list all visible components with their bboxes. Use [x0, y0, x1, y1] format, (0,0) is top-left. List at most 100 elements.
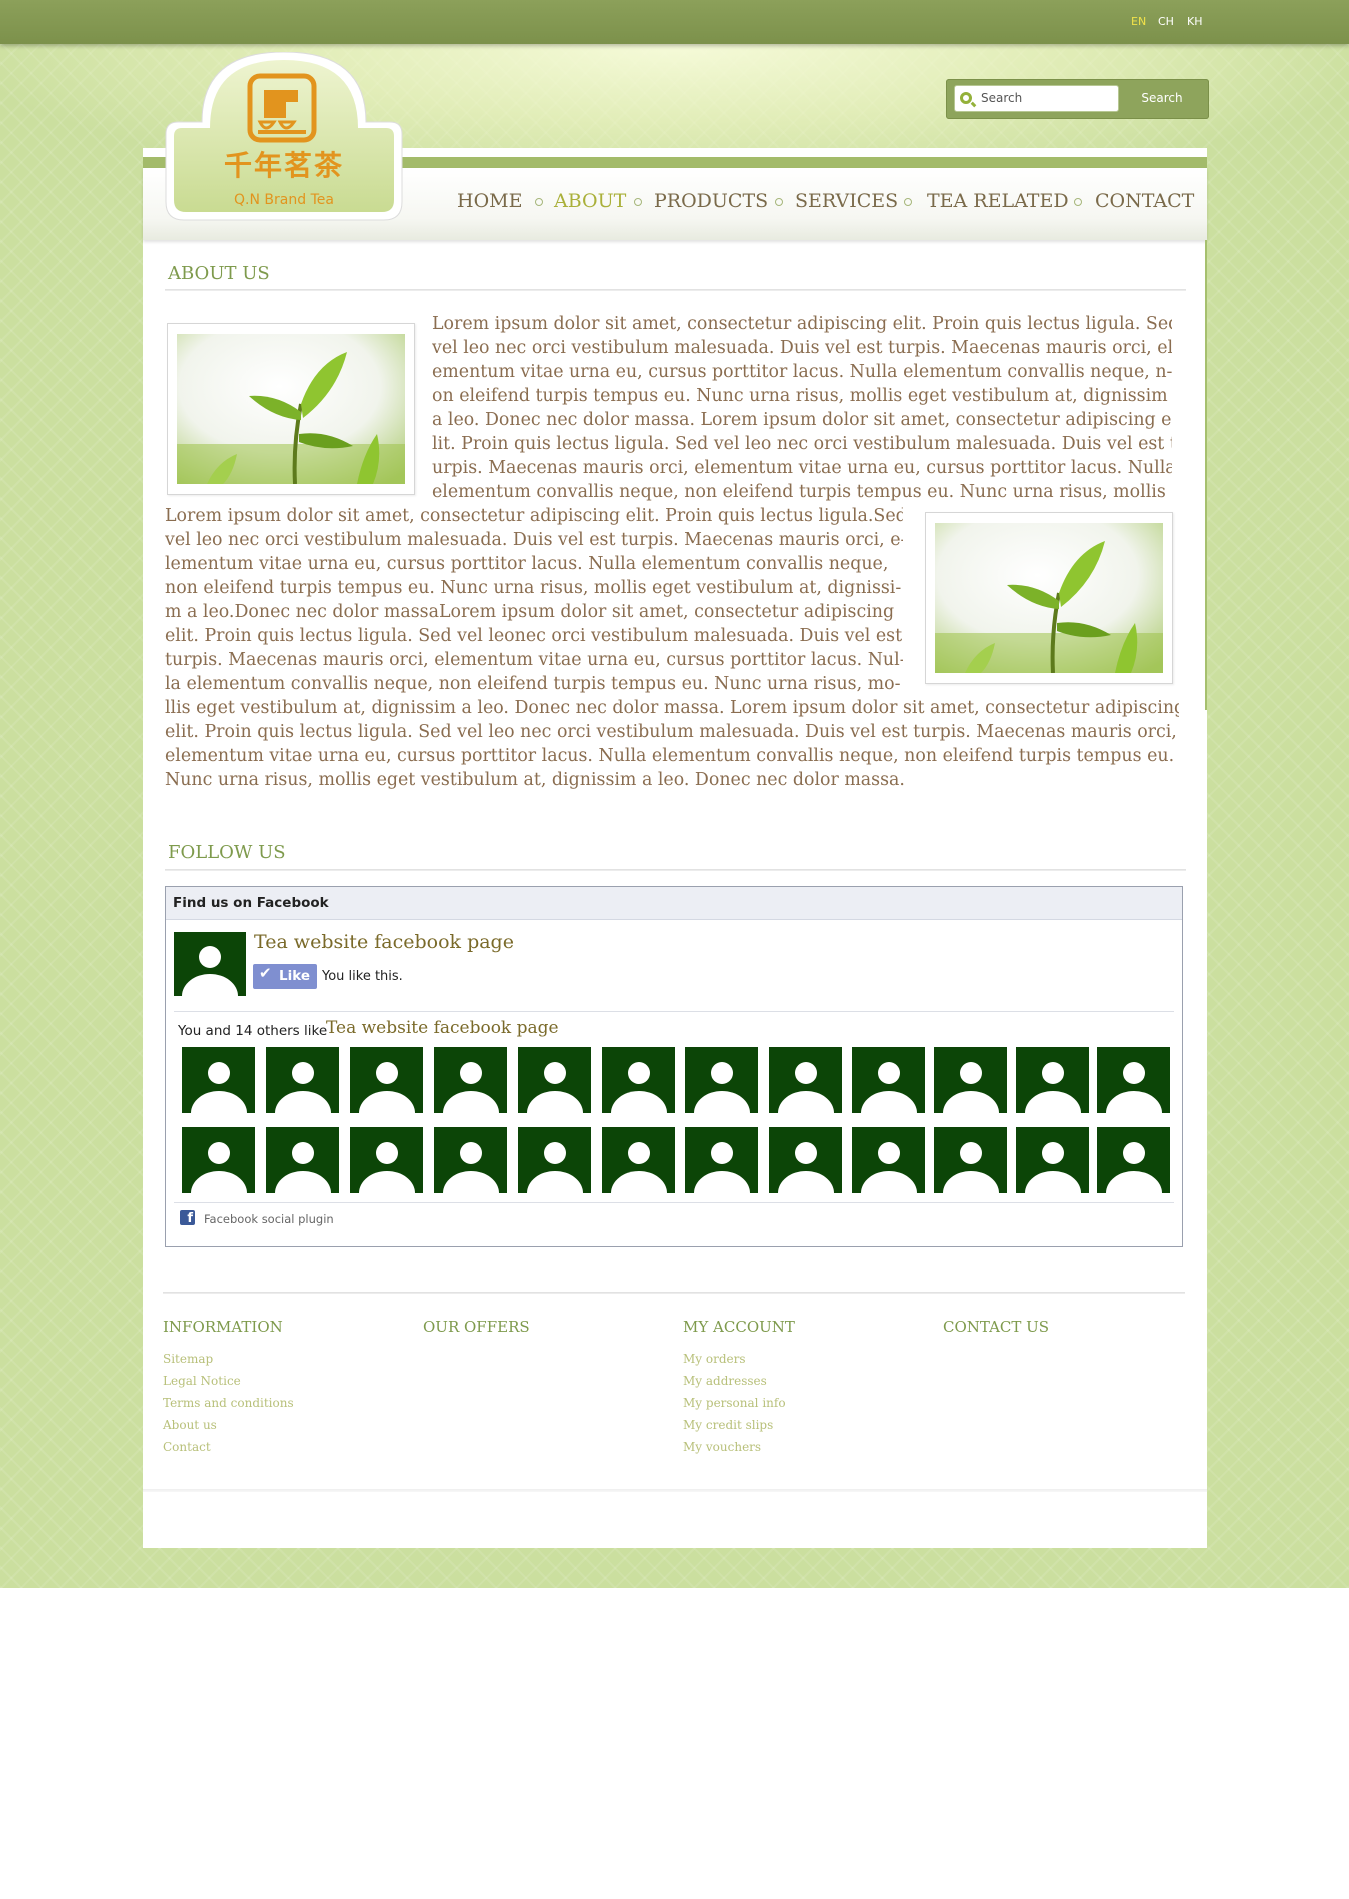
- nav-separator-dot: [1074, 198, 1082, 206]
- footer-link[interactable]: About us: [163, 1418, 217, 1432]
- avatar-head: [710, 1062, 733, 1084]
- facebook-fan-avatar[interactable]: [350, 1127, 423, 1193]
- facebook-fan-avatar[interactable]: [685, 1127, 758, 1193]
- avatar-body: [442, 1171, 499, 1193]
- facebook-fan-avatar[interactable]: [602, 1127, 675, 1193]
- avatar-head: [459, 1142, 482, 1164]
- facebook-page-avatar[interactable]: [174, 932, 246, 996]
- avatar-head: [627, 1142, 650, 1164]
- facebook-plugin-label[interactable]: Facebook social plugin: [204, 1212, 334, 1226]
- nav-about[interactable]: ABOUT: [554, 190, 626, 212]
- language-kh[interactable]: KH: [1187, 15, 1203, 28]
- avatar-body: [777, 1091, 834, 1113]
- top-bar: EN CH KH: [0, 0, 1349, 44]
- avatar-head: [1122, 1142, 1145, 1164]
- facebook-fan-avatar[interactable]: [769, 1127, 842, 1193]
- about-text-line: Lorem ipsum dolor sit amet, consectetur …: [165, 506, 903, 526]
- facebook-fan-avatar[interactable]: [934, 1047, 1007, 1113]
- footer-link[interactable]: Terms and conditions: [163, 1396, 294, 1410]
- avatar-head: [959, 1142, 982, 1164]
- facebook-fan-avatar[interactable]: [266, 1047, 339, 1113]
- avatar-body: [777, 1171, 834, 1193]
- footer-link[interactable]: Sitemap: [163, 1352, 213, 1366]
- about-text-line: on eleifend turpis tempus eu. Nunc urna …: [432, 386, 1168, 406]
- footer-link[interactable]: My credit slips: [683, 1418, 773, 1432]
- about-text-line: elementum convallis neque, non eleifend …: [432, 482, 1166, 502]
- facebook-fan-avatar[interactable]: [602, 1047, 675, 1113]
- facebook-fan-avatar[interactable]: [685, 1047, 758, 1113]
- facebook-fan-avatar[interactable]: [182, 1127, 255, 1193]
- checkmark-icon: ✔: [259, 964, 272, 982]
- avatar-head: [877, 1142, 900, 1164]
- about-us-heading: ABOUT US: [168, 263, 270, 284]
- about-text-line: Lorem ipsum dolor sit amet, consectetur …: [432, 314, 1172, 334]
- facebook-fan-avatar[interactable]: [266, 1127, 339, 1193]
- footer-link[interactable]: Contact: [163, 1440, 211, 1454]
- facebook-like-button[interactable]: ✔ Like: [253, 964, 317, 989]
- facebook-fan-avatar[interactable]: [852, 1127, 925, 1193]
- facebook-fan-avatar[interactable]: [434, 1127, 507, 1193]
- footer-heading: INFORMATION: [163, 1318, 283, 1336]
- facebook-fan-avatar[interactable]: [769, 1047, 842, 1113]
- tea-leaf-photo-2: [925, 512, 1173, 684]
- facebook-fan-avatar[interactable]: [434, 1047, 507, 1113]
- facebook-box-header: Find us on Facebook: [166, 887, 1182, 920]
- footer-link[interactable]: My vouchers: [683, 1440, 761, 1454]
- nav-contact[interactable]: CONTACT: [1095, 190, 1194, 212]
- avatar-head: [1041, 1062, 1064, 1084]
- footer-link[interactable]: My addresses: [683, 1374, 767, 1388]
- about-us-divider: [165, 289, 1186, 291]
- facebook-fan-avatar[interactable]: [1097, 1127, 1170, 1193]
- avatar-head: [627, 1062, 650, 1084]
- avatar-head: [543, 1142, 566, 1164]
- facebook-like-box: Find us on Facebook Tea website facebook…: [165, 886, 1183, 1247]
- avatar-body: [860, 1171, 917, 1193]
- language-ch[interactable]: CH: [1158, 15, 1174, 28]
- avatar-head: [459, 1062, 482, 1084]
- facebook-fan-avatar[interactable]: [1097, 1047, 1170, 1113]
- avatar-body: [274, 1171, 331, 1193]
- facebook-page-link[interactable]: Tea website facebook page: [254, 931, 514, 953]
- facebook-fan-page-link[interactable]: Tea website facebook page: [326, 1018, 559, 1038]
- language-en[interactable]: EN: [1131, 15, 1146, 28]
- facebook-fan-avatar[interactable]: [518, 1047, 591, 1113]
- logo-english-text: Q.N Brand Tea: [234, 192, 334, 208]
- nav-services[interactable]: SERVICES: [795, 190, 898, 212]
- about-text-line: m a leo.Donec nec dolor massaLorem ipsum…: [165, 602, 895, 622]
- nav-products[interactable]: PRODUCTS: [654, 190, 768, 212]
- avatar-body: [942, 1171, 999, 1193]
- avatar-body: [526, 1171, 583, 1193]
- facebook-divider: [174, 1011, 1174, 1012]
- search-button[interactable]: Search: [1122, 85, 1202, 112]
- facebook-fan-count-text: You and 14 others like: [178, 1023, 328, 1039]
- avatar-body: [610, 1091, 667, 1113]
- about-text-line: a leo. Donec nec dolor massa. Lorem ipsu…: [432, 410, 1172, 430]
- footer-link[interactable]: My personal info: [683, 1396, 786, 1410]
- facebook-divider: [174, 1202, 1174, 1203]
- facebook-fan-avatar[interactable]: [518, 1127, 591, 1193]
- about-text-line: lementum vitae urna eu, cursus porttitor…: [165, 554, 889, 574]
- search-input[interactable]: Search: [954, 85, 1119, 112]
- footer-link[interactable]: My orders: [683, 1352, 746, 1366]
- footer-divider: [163, 1292, 1185, 1294]
- avatar-head: [207, 1062, 230, 1084]
- nav-separator-dot: [775, 198, 783, 206]
- facebook-fan-avatar[interactable]: [350, 1047, 423, 1113]
- about-text-line: ementum vitae urna eu, cursus porttitor …: [432, 362, 1172, 382]
- facebook-fan-avatar[interactable]: [1016, 1047, 1089, 1113]
- nav-tea-related[interactable]: TEA RELATED: [927, 190, 1069, 212]
- search-box: Search Search: [946, 79, 1209, 119]
- site-logo[interactable]: 千年茗茶 Q.N Brand Tea: [162, 52, 406, 222]
- facebook-fan-avatar[interactable]: [934, 1127, 1007, 1193]
- facebook-fan-avatar[interactable]: [1016, 1127, 1089, 1193]
- footer-heading: MY ACCOUNT: [683, 1318, 795, 1336]
- footer-link[interactable]: Legal Notice: [163, 1374, 241, 1388]
- nav-home[interactable]: HOME: [457, 190, 522, 212]
- facebook-fan-avatar[interactable]: [852, 1047, 925, 1113]
- avatar-head: [959, 1062, 982, 1084]
- about-text-line: elit. Proin quis lectus ligula. Sed vel …: [165, 722, 1177, 742]
- avatar-body: [190, 1171, 247, 1193]
- avatar-head: [375, 1062, 398, 1084]
- about-text-line: llis eget vestibulum at, dignissim a leo…: [165, 698, 1179, 718]
- facebook-fan-avatar[interactable]: [182, 1047, 255, 1113]
